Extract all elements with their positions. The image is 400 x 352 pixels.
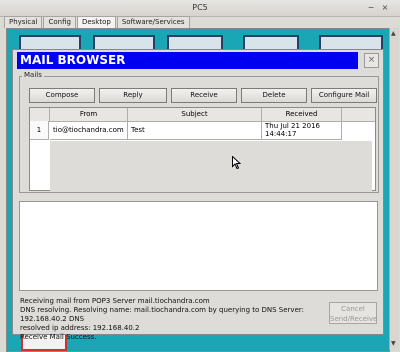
vertical-scrollbar[interactable]: ▲ ▼ xyxy=(389,28,399,350)
tab-config[interactable]: Config xyxy=(43,16,76,28)
tab-software-services[interactable]: Software/Services xyxy=(116,16,190,28)
mail-list-table: From Subject Received 1 tio@tiochandra.c… xyxy=(29,107,376,191)
mail-close-button[interactable]: × xyxy=(364,53,379,68)
log-line: DNS resolving. Resolving name: mail.tioc… xyxy=(20,306,304,323)
tab-bar: Physical Config Desktop Software/Service… xyxy=(4,16,191,29)
mails-group-label: Mails xyxy=(22,71,44,79)
log-line: Receiving mail from POP3 Server mail.tio… xyxy=(20,297,210,305)
cancel-send-receive-button[interactable]: Cancel Send/Receive xyxy=(329,302,377,324)
scroll-up-icon[interactable]: ▲ xyxy=(391,30,396,37)
received-date: Thu Jul 21 2016 xyxy=(265,122,320,130)
mail-row-subject[interactable]: Test xyxy=(128,121,262,140)
close-icon[interactable]: × xyxy=(380,3,390,13)
received-time: 14:44:17 xyxy=(265,130,297,138)
column-header-received[interactable]: Received xyxy=(262,108,342,121)
window-title: PC5 xyxy=(192,3,208,12)
column-header-subject[interactable]: Subject xyxy=(128,108,262,121)
configure-mail-button[interactable]: Configure Mail xyxy=(311,88,377,103)
send-receive-line1: Cancel xyxy=(341,305,365,313)
minimize-icon[interactable]: − xyxy=(366,3,376,13)
row-number: 1 xyxy=(30,121,49,140)
scroll-down-icon[interactable]: ▼ xyxy=(391,340,396,347)
status-log: Receiving mail from POP3 Server mail.tio… xyxy=(20,297,320,342)
log-line: resolved ip address: 192.168.40.2 xyxy=(20,324,140,332)
table-empty-area xyxy=(50,141,372,191)
mail-row-from[interactable]: tio@tiochandra.com xyxy=(50,121,128,140)
reply-button[interactable]: Reply xyxy=(99,88,167,103)
delete-button[interactable]: Delete xyxy=(241,88,307,103)
message-preview-pane[interactable] xyxy=(19,201,378,291)
compose-button[interactable]: Compose xyxy=(29,88,95,103)
send-receive-line2: Send/Receive xyxy=(330,315,378,323)
mail-row-received[interactable]: Thu Jul 21 2016 14:44:17 xyxy=(262,121,342,140)
column-header-from[interactable]: From xyxy=(50,108,128,121)
mail-browser-window: MAIL BROWSER × Mails Compose Reply Recei… xyxy=(12,49,384,341)
row-number-header xyxy=(30,108,50,121)
receive-button[interactable]: Receive xyxy=(171,88,237,103)
log-line: Receive Mail Success. xyxy=(20,333,97,341)
table-header: From Subject Received xyxy=(30,108,375,122)
mouse-cursor-icon xyxy=(232,156,241,169)
window-title-bar: PC5 xyxy=(0,0,400,17)
tab-physical[interactable]: Physical xyxy=(4,16,43,28)
mail-browser-title: MAIL BROWSER xyxy=(17,52,358,69)
